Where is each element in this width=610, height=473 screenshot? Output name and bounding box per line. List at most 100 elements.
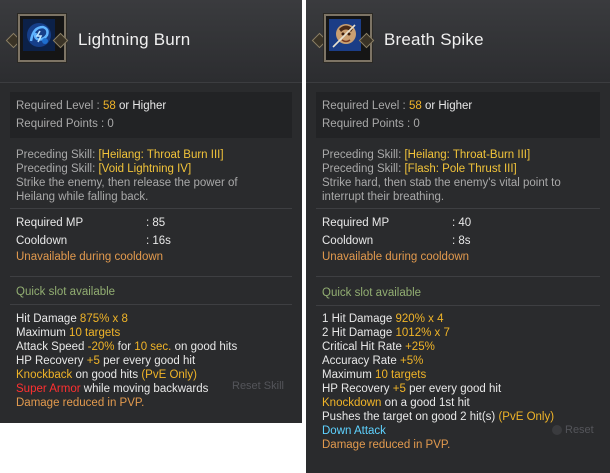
hp-recovery-label: HP Recovery [16, 355, 84, 367]
pushes-target: Pushes the target on good 2 hit(s) (PvE … [322, 410, 554, 424]
required-mp: Required MP : 40 [322, 216, 471, 230]
hit-1-damage-value: 920% x 4 [395, 313, 444, 325]
description-line-1: Strike hard, then stab the enemy's vital… [322, 177, 561, 189]
description-line-2: interrupt their breathing. [322, 191, 445, 203]
maximum-targets: Maximum 10 targets [322, 368, 426, 382]
blank-area [0, 426, 304, 473]
hit-1-damage-label: 1 Hit Damage [322, 313, 393, 325]
accuracy-rate: Accuracy Rate +5% [322, 354, 423, 368]
maximum-label: Maximum [16, 327, 66, 339]
hit-damage-label: Hit Damage [16, 313, 77, 325]
cooldown: Cooldown : 16s [16, 234, 171, 248]
required-level: Required Level : 58 or Higher [16, 99, 166, 113]
cooldown-value: : 8s [452, 235, 471, 247]
pushes-target-text: Pushes the target on good 2 hit(s) [322, 411, 496, 423]
cooldown-label: Cooldown [322, 235, 374, 247]
required-level-value: 58 [408, 100, 422, 112]
super-armor-keyword: Super Armor [16, 383, 81, 395]
critical-hit-rate: Critical Hit Rate +25% [322, 340, 435, 354]
hp-recovery-suffix: per every good hit [409, 383, 502, 395]
divider [316, 208, 600, 209]
knockback-suffix: on good hits [75, 369, 139, 381]
preceding-label: Preceding Skill: [322, 163, 402, 175]
hit-2-damage-value: 1012% x 7 [395, 327, 450, 339]
skill-icon-frame [311, 14, 375, 66]
maximum-value: 10 targets [69, 327, 121, 339]
attack-speed-suffix: on good hits [174, 341, 238, 353]
required-level-label: Required Level : [16, 100, 100, 112]
hp-recovery-value: +5 [86, 355, 100, 367]
skill-title: Breath Spike [384, 30, 484, 49]
tooltip-header: Breath Spike [306, 0, 610, 83]
background-reset-label: Reset [565, 424, 594, 436]
hit-2-damage: 2 Hit Damage 1012% x 7 [322, 326, 450, 340]
required-level-label: Required Level : [322, 100, 406, 112]
super-armor: Super Armor while moving backwards [16, 382, 208, 396]
critical-hit-rate-label: Critical Hit Rate [322, 341, 402, 353]
maximum-targets: Maximum 10 targets [16, 326, 120, 340]
damage-reduced-pvp: Damage reduced in PVP. [322, 439, 451, 451]
preceding-skill-2: Preceding Skill: [Void Lightning IV] [16, 162, 191, 176]
pve-only: (PvE Only) [141, 369, 197, 381]
skill-tooltip-lightning-burn: Lightning Burn Required Level : 58 or Hi… [0, 0, 302, 423]
knockdown-suffix: on a good 1st hit [384, 397, 470, 409]
hp-recovery: HP Recovery +5 per every good hit [16, 354, 195, 368]
hit-damage: Hit Damage 875% x 8 [16, 312, 128, 326]
preceding-label: Preceding Skill: [322, 149, 402, 161]
preceding-skill-1: Preceding Skill: [Heilang: Throat-Burn I… [322, 148, 530, 162]
required-points: Required Points : 0 [16, 118, 114, 130]
tooltip-header: Lightning Burn [0, 0, 302, 83]
knockback: Knockback on good hits (PvE Only) [16, 368, 197, 382]
pve-only: (PvE Only) [498, 411, 555, 423]
attack-speed-value: -20% [87, 341, 115, 353]
hit-1-damage: 1 Hit Damage 920% x 4 [322, 312, 443, 326]
skill-icon-frame [5, 14, 69, 66]
hp-recovery-suffix: per every good hit [103, 355, 196, 367]
divider [316, 276, 600, 277]
quick-slot-available: Quick slot available [322, 287, 422, 299]
description-line-2: Heilang while falling back. [16, 191, 149, 203]
required-mp-label: Required MP [322, 217, 390, 229]
maximum-label: Maximum [322, 369, 372, 381]
hp-recovery-label: HP Recovery [322, 383, 390, 395]
knockdown-keyword: Knockdown [322, 397, 382, 409]
accuracy-rate-label: Accuracy Rate [322, 355, 397, 367]
knockdown: Knockdown on a good 1st hit [322, 396, 470, 410]
required-level-suffix: or Higher [424, 100, 473, 112]
hp-recovery-value: +5 [392, 383, 406, 395]
skill-title: Lightning Burn [78, 30, 191, 49]
damage-reduced-pvp: Damage reduced in PVP. [16, 397, 145, 409]
attack-speed-for: for [117, 341, 132, 353]
preceding-skill-name: [Heilang: Throat-Burn III] [404, 149, 531, 161]
description-line-1: Strike the enemy, then release the power… [16, 177, 238, 189]
background-reset-skill-text: Reset Skill [232, 380, 284, 392]
required-mp: Required MP : 85 [16, 216, 165, 230]
background-reset-icon [552, 425, 562, 436]
cooldown-value: : 16s [146, 235, 171, 247]
attack-speed-duration: 10 sec. [134, 341, 172, 353]
preceding-skill-name: [Void Lightning IV] [98, 163, 192, 175]
attack-speed: Attack Speed -20% for 10 sec. on good hi… [16, 340, 237, 354]
unavailable-during-cooldown: Unavailable during cooldown [16, 251, 164, 263]
preceding-skill-2: Preceding Skill: [Flash: Pole Thrust III… [322, 162, 517, 176]
divider [10, 208, 292, 209]
cooldown: Cooldown : 8s [322, 234, 471, 248]
quick-slot-available: Quick slot available [16, 286, 116, 298]
required-mp-label: Required MP [16, 217, 84, 229]
unavailable-during-cooldown: Unavailable during cooldown [322, 251, 470, 263]
preceding-skill-name: [Flash: Pole Thrust III] [404, 163, 517, 175]
down-attack: Down Attack [322, 425, 386, 437]
required-points: Required Points : 0 [322, 118, 420, 130]
cooldown-label: Cooldown [16, 235, 68, 247]
skill-tooltip-breath-spike: Breath Spike Required Level : 58 or High… [306, 0, 610, 473]
maximum-value: 10 targets [375, 369, 427, 381]
divider [316, 305, 600, 306]
critical-hit-rate-value: +25% [405, 341, 435, 353]
attack-speed-label: Attack Speed [16, 341, 85, 353]
required-level-suffix: or Higher [118, 100, 167, 112]
preceding-skill-name: [Heilang: Throat Burn III] [98, 149, 224, 161]
required-level: Required Level : 58 or Higher [322, 99, 472, 113]
accuracy-rate-value: +5% [399, 355, 424, 367]
required-level-value: 58 [102, 100, 116, 112]
divider [10, 304, 292, 305]
